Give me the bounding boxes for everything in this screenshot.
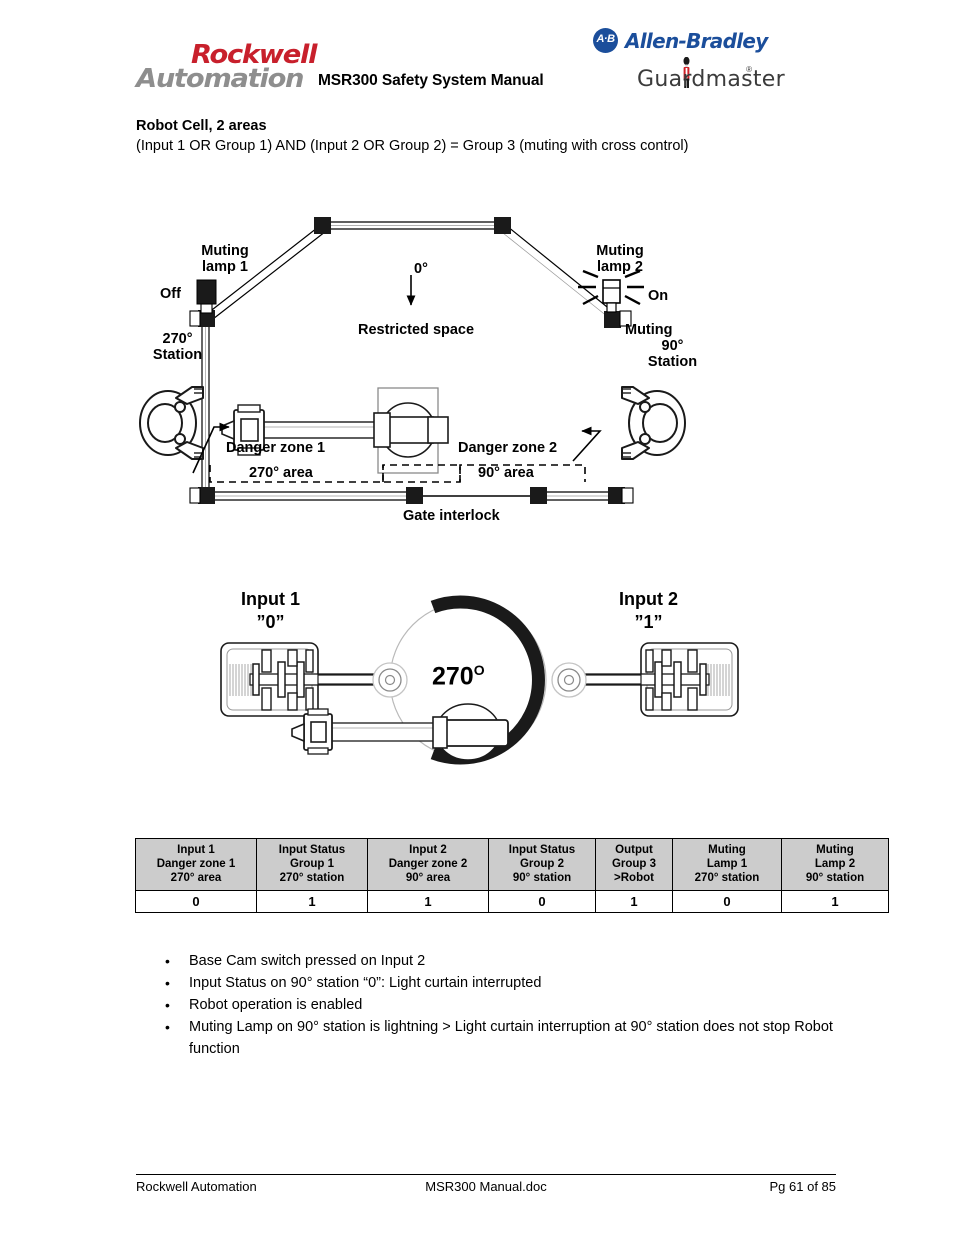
- danger-zone-1-label: Danger zone 1: [226, 440, 326, 456]
- bullet-icon: •: [165, 953, 170, 969]
- notes-list: • Base Cam switch pressed on Input 2 • I…: [155, 950, 855, 1060]
- input-1-title: Input 1: [241, 589, 300, 609]
- input-2-cam-switch: [551, 642, 739, 717]
- restricted-space-label: Restricted space: [358, 322, 475, 338]
- table-cell-value: 0: [135, 890, 257, 913]
- table-header-cell: Muting Lamp 2 90° station: [781, 838, 889, 891]
- section-heading: Robot Cell, 2 areas: [136, 118, 267, 134]
- danger-zone-2-pointer: [572, 426, 602, 462]
- list-item-text: Base Cam switch pressed on Input 2: [189, 953, 426, 969]
- table-header-cell: Input Status Group 1 270° station: [256, 838, 368, 891]
- list-item: • Robot operation is enabled: [155, 994, 855, 1016]
- gate-interlock-label: Gate interlock: [403, 508, 500, 524]
- area-270-label: 270° area: [249, 465, 313, 481]
- muting-lamp-1-label: Muting lamp 1: [201, 243, 249, 275]
- muting-90-station-label: Muting 90° Station: [625, 322, 698, 370]
- footer-company: Rockwell Automation: [136, 1179, 257, 1194]
- table-cell-value: 0: [488, 890, 596, 913]
- rockwell-automation-logo: Rockwell Automation: [136, 42, 317, 94]
- table-header-row: Input 1 Danger zone 1 270° area Input St…: [135, 838, 889, 891]
- bullet-icon: •: [165, 975, 170, 991]
- list-item: • Input Status on 90° station “0”: Light…: [155, 972, 855, 994]
- table-cell-value: 1: [256, 890, 368, 913]
- table-header-cell: Input 1 Danger zone 1 270° area: [135, 838, 257, 891]
- zero-degree-label: 0°: [414, 261, 428, 277]
- bullet-icon: •: [165, 1019, 170, 1035]
- table-cell-value: 1: [781, 890, 889, 913]
- table-value-row: 0 1 1 0 1 0 1: [135, 890, 889, 913]
- registered-trademark-icon: ®: [746, 65, 752, 74]
- page-header: Rockwell Automation MSR300 Safety System…: [0, 0, 954, 105]
- station-270-label: 270° Station: [152, 331, 203, 363]
- table-header-cell: Output Group 3 >Robot: [595, 838, 673, 891]
- guardmaster-wordmark: Guardmaster: [637, 67, 785, 92]
- cam-switch-position-diagram: Input 1 ”0” Input 2 ”1” 270O: [200, 580, 760, 800]
- guardmaster-logo: Guardmaster ®: [637, 57, 785, 99]
- table-header-cell: Input Status Group 2 90° station: [488, 838, 596, 891]
- io-status-table: Input 1 Danger zone 1 270° area Input St…: [135, 838, 889, 913]
- list-item-text: Robot operation is enabled: [189, 997, 363, 1013]
- muting-lamp-1-fixture: [196, 279, 217, 314]
- list-item: • Muting Lamp on 90° station is lightnin…: [155, 1016, 855, 1060]
- input-2-state: ”1”: [634, 612, 663, 632]
- input-1-cam-switch: [220, 642, 408, 717]
- muting-lamp-2-state-label: On: [648, 288, 669, 304]
- operator-270-station-icon: [139, 386, 204, 460]
- robot-arm-top-view: [221, 387, 449, 474]
- fence-rail-bottom-right: [420, 491, 622, 501]
- footer-page-number: Pg 61 of 85: [769, 1179, 837, 1194]
- muting-lamp-1-state-label: Off: [160, 286, 181, 302]
- section-formula: (Input 1 OR Group 1) AND (Input 2 OR Gro…: [136, 138, 689, 154]
- input-2-title: Input 2: [619, 589, 678, 609]
- table-header-cell: Muting Lamp 1 270° station: [672, 838, 782, 891]
- allen-bradley-wordmark: Allen-Bradley: [625, 29, 768, 53]
- degree-symbol-icon: O: [473, 662, 485, 678]
- allen-bradley-logo: A·B Allen-Bradley: [593, 27, 768, 55]
- list-item-text: Input Status on 90° station “0”: Light c…: [189, 975, 542, 991]
- footer-divider: [136, 1174, 836, 1175]
- fence-rail-top: [324, 221, 502, 230]
- page-footer: Rockwell Automation MSR300 Manual.doc Pg…: [136, 1179, 836, 1197]
- automation-wordmark: Automation: [136, 64, 305, 94]
- list-item-text: Muting Lamp on 90° station is lightning …: [189, 1019, 833, 1057]
- list-item: • Base Cam switch pressed on Input 2: [155, 950, 855, 972]
- rotation-angle-label: 270O: [432, 662, 485, 691]
- bullet-icon: •: [165, 997, 170, 1013]
- input-1-state: ”0”: [256, 612, 285, 632]
- table-cell-value: 1: [595, 890, 673, 913]
- table-header-cell: Input 2 Danger zone 2 90° area: [367, 838, 489, 891]
- robot-cell-layout-diagram: Muting lamp 1 Off 270° Station 0° Restri…: [130, 195, 830, 540]
- muting-lamp-2-label: Muting lamp 2: [596, 243, 644, 275]
- table-cell-value: 1: [367, 890, 489, 913]
- page-title: MSR300 Safety System Manual: [318, 72, 544, 89]
- fence-rail-bottom-left: [206, 491, 420, 501]
- table-cell-value: 0: [672, 890, 782, 913]
- area-90-label: 90° area: [478, 465, 534, 481]
- footer-document-name: MSR300 Manual.doc: [425, 1179, 547, 1194]
- operator-90-station-icon: [621, 386, 686, 460]
- allen-bradley-badge-icon: A·B: [593, 28, 618, 53]
- danger-zone-2-label: Danger zone 2: [458, 440, 558, 456]
